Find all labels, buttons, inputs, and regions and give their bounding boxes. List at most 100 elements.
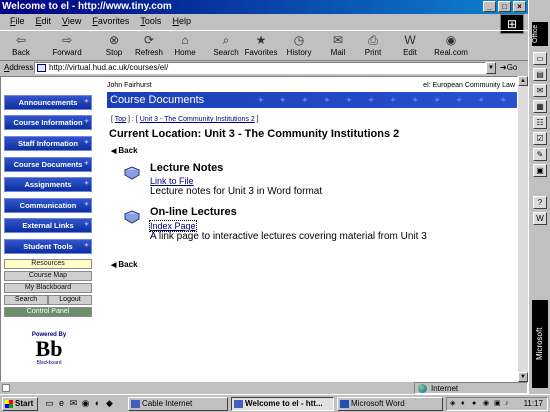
title-bar: Welcome to el - http://www.tiny.com _ □ …	[0, 0, 528, 14]
nav-staff-information[interactable]: Staff Information	[4, 136, 92, 151]
back-link-top[interactable]: Back	[111, 146, 137, 155]
address-dropdown-button[interactable]: ▼	[486, 62, 496, 74]
item-title-lecture-notes: Lecture Notes	[150, 162, 224, 174]
cable-internet-icon	[131, 400, 140, 408]
tray-icon-1[interactable]: ◈	[450, 400, 458, 408]
refresh-button[interactable]: ⟳ Refresh	[132, 33, 166, 57]
history-icon: ◷	[293, 33, 305, 47]
office-brand: Microsoft	[532, 300, 548, 388]
control-panel-button[interactable]: Control Panel	[4, 307, 92, 317]
item-desc-online-lectures: A link page to interactive lectures cove…	[150, 231, 427, 242]
word-icon	[340, 400, 349, 408]
logout-button[interactable]: Logout	[48, 295, 92, 305]
tray-icon-3[interactable]: ●	[472, 400, 480, 408]
my-blackboard-button[interactable]: My Blackboard	[4, 283, 92, 293]
menu-view[interactable]: View	[62, 14, 81, 28]
browser-window: Welcome to el - http://www.tiny.com _ □ …	[0, 0, 528, 394]
office-bar-title: Office	[532, 22, 548, 46]
favorites-button[interactable]: ★ Favorites	[244, 33, 278, 57]
nav-assignments[interactable]: Assignments	[4, 177, 92, 192]
realcom-button[interactable]: ◉ Real.com	[434, 33, 468, 57]
vertical-scrollbar[interactable]: ▲ ▼	[518, 76, 528, 382]
office-folder-icon[interactable]: ▭	[533, 52, 547, 65]
scroll-down-button[interactable]: ▼	[518, 372, 528, 382]
task-welcome-el[interactable]: Welcome to el - htt...	[231, 397, 334, 411]
tray-icon-2[interactable]: ♦	[461, 400, 469, 408]
mail-button[interactable]: ✉ Mail	[321, 33, 355, 57]
stop-button[interactable]: ⊗ Stop	[97, 33, 131, 57]
home-button[interactable]: ⌂ Home	[168, 33, 202, 57]
speaker-icon[interactable]: ♪	[505, 400, 513, 408]
menu-edit[interactable]: Edit	[36, 14, 52, 28]
office-note-icon[interactable]: ✎	[533, 148, 547, 161]
history-button[interactable]: ◷ History	[282, 33, 316, 57]
security-zone: Internet	[414, 382, 528, 394]
nav-student-tools[interactable]: Student Tools	[4, 239, 92, 254]
print-icon: ⎙	[368, 33, 378, 47]
task-cable-internet[interactable]: Cable Internet	[128, 397, 228, 411]
edit-icon: W	[404, 33, 416, 47]
quicklaunch-ie-icon[interactable]: e	[56, 398, 67, 409]
task-microsoft-word[interactable]: Microsoft Word	[337, 397, 443, 411]
go-arrow-icon: ➜	[500, 63, 507, 72]
breadcrumb: [ Top ] : [ Unit 3 - The Community Insti…	[111, 116, 259, 123]
start-button[interactable]: Start	[2, 397, 38, 411]
office-calendar-icon[interactable]: ▦	[533, 100, 547, 113]
office-word-icon[interactable]: W	[533, 212, 547, 225]
tray-icon-5[interactable]: ▣	[494, 400, 502, 408]
quicklaunch-outlook-icon[interactable]: ✉	[68, 398, 79, 409]
office-task-icon[interactable]: ☑	[533, 132, 547, 145]
blackboard-logo[interactable]: Powered By Bb Blackboard	[25, 332, 73, 366]
forward-button[interactable]: ⇨ Forward	[50, 33, 84, 57]
course-menu: Announcements Course Information Staff I…	[1, 77, 95, 381]
go-button[interactable]: ➜Go	[500, 61, 517, 75]
nav-announcements[interactable]: Announcements	[4, 95, 92, 110]
item-title-online-lectures: On-line Lectures	[150, 206, 237, 218]
index-page-link[interactable]: Index Page	[149, 220, 197, 232]
breadcrumb-top-link[interactable]: Top	[115, 116, 126, 123]
stop-icon: ⊗	[108, 33, 120, 47]
back-link-bottom[interactable]: Back	[111, 260, 137, 269]
print-button[interactable]: ⎙ Print	[356, 33, 390, 57]
office-contacts-icon[interactable]: ☷	[533, 116, 547, 129]
document-icon	[123, 166, 141, 180]
office-help-icon[interactable]: ?	[533, 196, 547, 209]
window-title: Welcome to el - http://www.tiny.com	[2, 1, 172, 12]
menu-favorites[interactable]: Favorites	[92, 14, 129, 28]
search-button-sidebar[interactable]: Search	[4, 295, 48, 305]
menu-bar: File Edit View Favorites Tools Help	[0, 14, 528, 28]
quicklaunch-real-icon[interactable]: ◐	[92, 398, 103, 409]
back-button[interactable]: ⇦ Back	[4, 33, 38, 57]
breadcrumb-unit-link[interactable]: Unit 3 - The Community Institutions 2	[140, 116, 255, 123]
menu-tools[interactable]: Tools	[140, 14, 161, 28]
nav-communication[interactable]: Communication	[4, 198, 92, 213]
link-to-file[interactable]: Link to File	[150, 176, 194, 186]
course-map-button[interactable]: Course Map	[4, 271, 92, 281]
quicklaunch-desktop-icon[interactable]: ▭	[44, 398, 55, 409]
close-button[interactable]: ×	[513, 1, 526, 12]
main-panel: John Fairhurst el: European Community La…	[107, 77, 517, 381]
nav-course-documents[interactable]: Course Documents	[4, 157, 92, 172]
edit-button[interactable]: W Edit	[393, 33, 427, 57]
menu-help[interactable]: Help	[172, 14, 191, 28]
scroll-up-button[interactable]: ▲	[518, 76, 528, 86]
resources-button[interactable]: Resources	[4, 259, 92, 269]
address-label: Address	[4, 63, 34, 72]
realcom-icon: ◉	[445, 33, 457, 47]
office-journal-icon[interactable]: ▣	[533, 164, 547, 177]
menu-file[interactable]: File	[10, 14, 25, 28]
office-mail-icon[interactable]: ✉	[533, 84, 547, 97]
minimize-button[interactable]: _	[483, 1, 496, 12]
address-input[interactable]: http://virtual.hud.ac.uk/courses/el/	[34, 62, 486, 74]
nav-external-links[interactable]: External Links	[4, 218, 92, 233]
office-doc-icon[interactable]: ▤	[533, 68, 547, 81]
quicklaunch-channels-icon[interactable]: ◉	[80, 398, 91, 409]
clock: 11:17	[523, 399, 543, 408]
nav-course-information[interactable]: Course Information	[4, 115, 92, 130]
tray-icon-4[interactable]: ◉	[483, 400, 491, 408]
ie-icon	[234, 400, 243, 408]
search-button[interactable]: ⌕ Search	[209, 33, 243, 57]
current-location: Current Location: Unit 3 - The Community…	[109, 128, 400, 140]
quicklaunch-misc-icon[interactable]: ◆	[104, 398, 115, 409]
maximize-button[interactable]: □	[498, 1, 511, 12]
